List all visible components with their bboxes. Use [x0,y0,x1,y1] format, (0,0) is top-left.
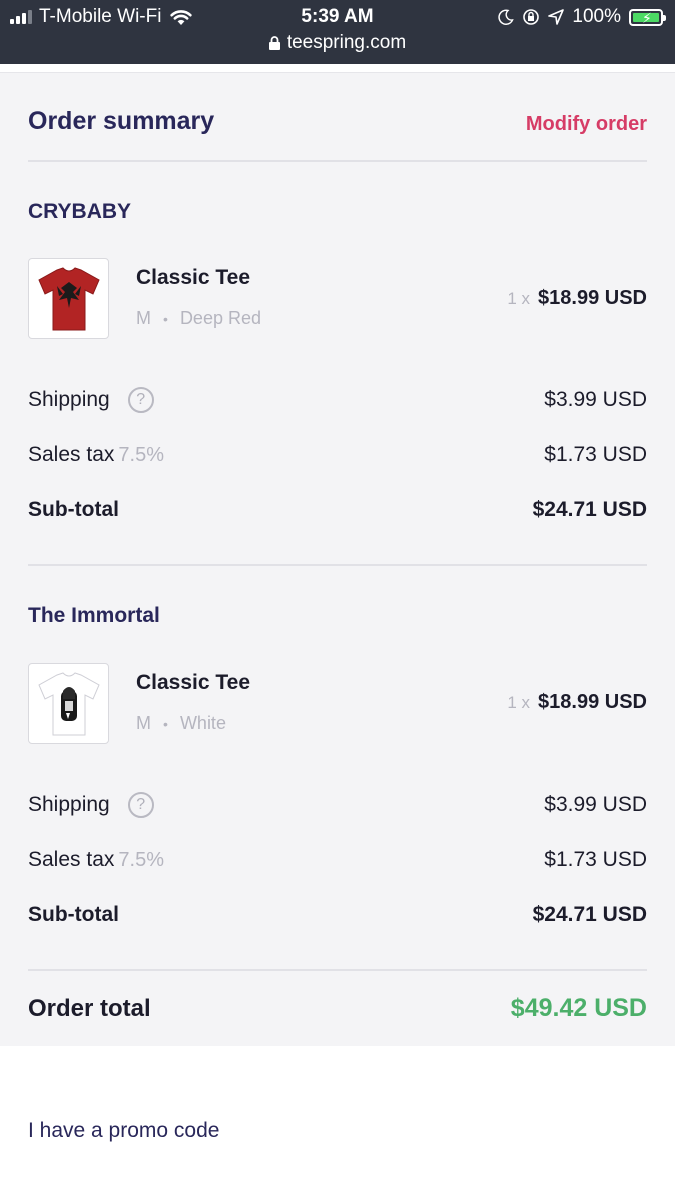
help-icon[interactable]: ? [127,387,154,413]
product-variant: M • Deep Red [136,308,261,329]
shipping-row: Shipping ? [28,387,154,413]
variant-separator: • [163,716,168,732]
shipping-label: Shipping [28,388,110,411]
sales-tax-label: Sales tax [28,848,115,871]
price-row: 1 x $18.99 USD [507,691,647,714]
shipping-value: $3.99 USD [544,388,647,411]
item-price: $18.99 USD [538,691,647,713]
url-text: teespring.com [286,32,407,53]
moon-icon [498,9,515,25]
tax-rate: 7.5% [118,443,164,466]
battery-percent: 100% [572,6,621,27]
variant-color: Deep Red [179,308,261,328]
battery-icon: ⚡ [629,8,666,26]
shipping-value: $3.99 USD [544,793,647,816]
variant-separator: • [163,311,168,327]
sales-tax-value: $1.73 USD [544,443,647,466]
order-total-value: $49.42 USD [510,994,647,1022]
product-variant: M • White [136,713,226,734]
rotation-lock-icon [523,9,540,25]
divider [28,564,647,566]
subtotal-value: $24.71 USD [532,498,647,521]
campaign-title: The Immortal [28,604,160,627]
campaign-title: CRYBABY [28,200,132,223]
subtotal-label: Sub-total [28,903,119,926]
item-quantity: 1 x [507,693,531,712]
order-total-label: Order total [28,995,151,1022]
variant-size: M [136,713,151,733]
sales-tax-label: Sales tax [28,443,115,466]
shipping-label: Shipping [28,793,110,816]
location-icon [548,9,565,25]
item-quantity: 1 x [507,289,531,308]
item-price: $18.99 USD [538,287,647,309]
price-row: 1 x $18.99 USD [507,287,647,310]
product-name: Classic Tee [136,266,251,289]
variant-size: M [136,308,151,328]
subtotal-label: Sub-total [28,498,119,521]
subtotal-value: $24.71 USD [532,903,647,926]
sales-tax-value: $1.73 USD [544,848,647,871]
shipping-row: Shipping ? [28,792,154,818]
status-icons: 100% ⚡ [498,6,666,28]
divider [28,160,647,162]
lock-icon [268,36,280,50]
divider [28,969,647,971]
sales-tax-row: Sales tax 7.5% [28,848,164,872]
promo-code-link[interactable]: I have a promo code [28,1119,219,1143]
product-thumbnail [28,663,109,744]
order-summary-title: Order summary [28,107,215,135]
status-bar: T-Mobile Wi-Fi 5:39 AM 100% ⚡ teespring.… [0,0,675,64]
variant-color: White [179,713,226,733]
modify-order-link[interactable]: Modify order [526,113,647,136]
help-icon[interactable]: ? [127,792,154,818]
product-name: Classic Tee [136,671,251,694]
tax-rate: 7.5% [118,848,164,871]
tshirt-white-image [37,671,100,735]
product-thumbnail [28,258,109,339]
tshirt-red-image [37,266,100,330]
order-summary-panel: Order summary Modify order CRYBABY Class… [0,72,675,1046]
url-bar[interactable]: teespring.com [0,32,675,54]
sales-tax-row: Sales tax 7.5% [28,443,164,467]
